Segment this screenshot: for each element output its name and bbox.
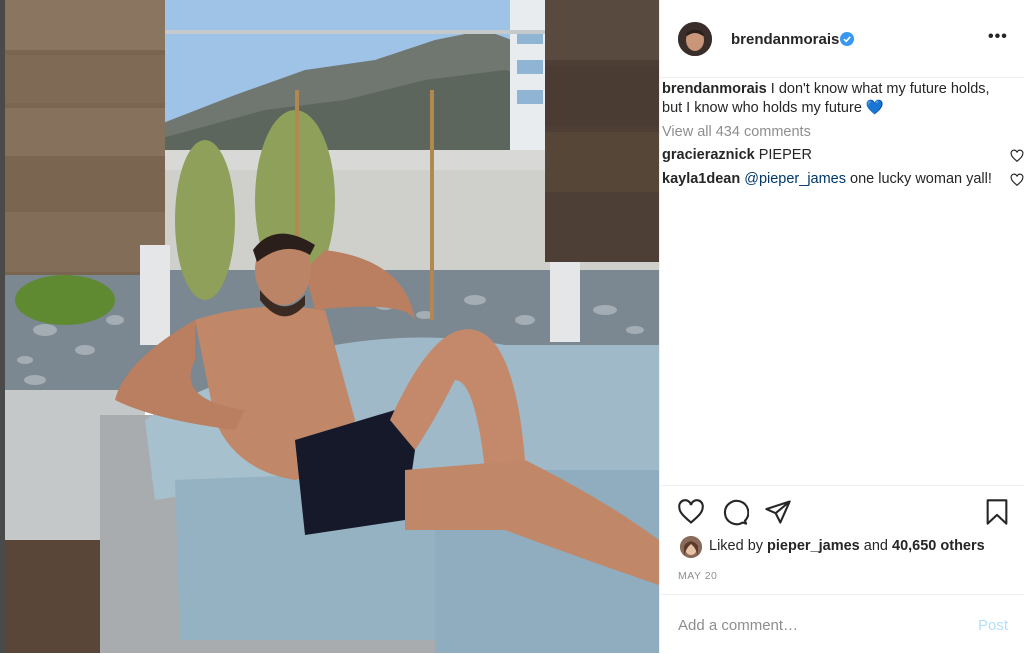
likes-user[interactable]: pieper_james	[767, 538, 860, 554]
comment-username[interactable]: gracieraznick	[662, 147, 755, 163]
heart-icon[interactable]	[677, 498, 705, 526]
post-actions-section: Liked by pieper_james and 40,650 others …	[660, 485, 1024, 653]
view-all-comments-link[interactable]: View all 434 comments	[662, 124, 811, 140]
add-comment-bar: Add a comment… Post	[660, 594, 1024, 654]
author-username[interactable]: brendanmorais	[731, 31, 839, 48]
liker-avatar-image	[680, 536, 702, 558]
post-header: brendanmorais •••	[660, 0, 1024, 78]
post-photo-illustration	[5, 0, 659, 653]
post-date[interactable]: MAY 20	[678, 570, 717, 582]
paper-plane-icon[interactable]	[764, 498, 792, 526]
comment-like-heart-icon[interactable]	[1010, 149, 1024, 163]
comment-like-heart-icon[interactable]	[1010, 173, 1024, 187]
likes-summary: Liked by pieper_james and 40,650 others	[680, 536, 985, 558]
comment-username[interactable]: kayla1dean	[662, 171, 740, 187]
comment-text: one lucky woman yall!	[846, 171, 992, 187]
post-caption: brendanmorais I don't know what my futur…	[662, 80, 1012, 118]
comment-text: PIEPER	[754, 147, 812, 163]
likes-prefix: Liked by	[709, 538, 768, 554]
post-side-panel: brendanmorais ••• brendanmorais I don't …	[659, 0, 1024, 653]
author-avatar[interactable]	[678, 22, 712, 56]
post-comment-button[interactable]: Post	[978, 617, 1008, 634]
avatar-image	[678, 22, 712, 56]
comment-row: kayla1dean @pieper_james one lucky woman…	[662, 171, 992, 187]
comment-mention[interactable]: @pieper_james	[740, 171, 846, 187]
bookmark-icon[interactable]	[983, 498, 1011, 526]
post-photo[interactable]	[5, 0, 659, 653]
more-options-button[interactable]: •••	[988, 28, 1008, 46]
caption-username[interactable]: brendanmorais	[662, 81, 767, 97]
liker-avatar[interactable]	[680, 536, 702, 558]
likes-count[interactable]: 40,650 others	[892, 538, 985, 554]
likes-mid: and	[859, 538, 892, 554]
verified-badge-icon	[840, 32, 854, 46]
comment-row: gracieraznick PIEPER	[662, 147, 812, 163]
comment-bubble-icon[interactable]	[721, 498, 749, 526]
add-comment-input[interactable]: Add a comment…	[678, 617, 798, 634]
